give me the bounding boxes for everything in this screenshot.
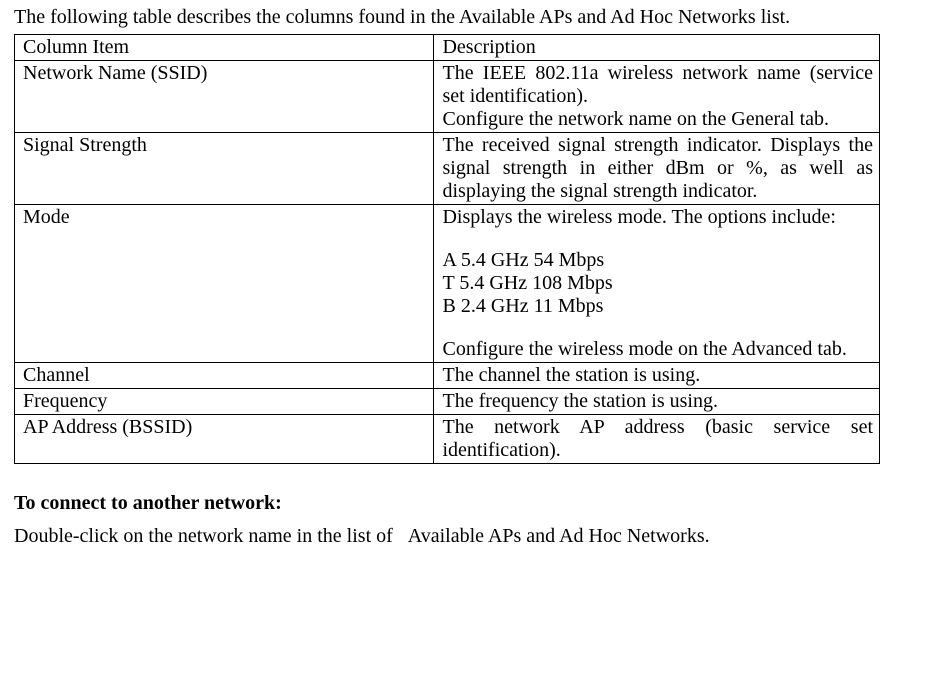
header-description: Description: [434, 35, 880, 61]
table-row: Mode Displays the wireless mode. The opt…: [15, 205, 880, 363]
header-column-item: Column Item: [15, 35, 434, 61]
cell-desc-signal: The received signal strength indicator. …: [434, 133, 880, 205]
cell-desc-ssid: The IEEE 802.11a wireless network name (…: [434, 61, 880, 133]
spacer: [442, 229, 873, 249]
mode-desc-p2: Configure the wireless mode on the Advan…: [442, 338, 873, 361]
ssid-desc-p1: The IEEE 802.11a wireless network name (…: [442, 62, 873, 108]
table-row: Frequency The frequency the station is u…: [15, 389, 880, 415]
mode-opt-t: T 5.4 GHz 108 Mbps: [442, 272, 873, 295]
table-row: Signal Strength The received signal stre…: [15, 133, 880, 205]
cell-item-signal: Signal Strength: [15, 133, 434, 205]
mode-opt-b: B 2.4 GHz 11 Mbps: [442, 295, 873, 318]
table-row: Channel The channel the station is using…: [15, 363, 880, 389]
table-row: AP Address (BSSID) The network AP addres…: [15, 415, 880, 464]
cell-desc-channel: The channel the station is using.: [434, 363, 880, 389]
ssid-desc-p2: Configure the network name on the Genera…: [442, 108, 873, 131]
cell-desc-mode: Displays the wireless mode. The options …: [434, 205, 880, 363]
table-header-row: Column Item Description: [15, 35, 880, 61]
columns-table: Column Item Description Network Name (SS…: [14, 34, 880, 464]
cell-item-channel: Channel: [15, 363, 434, 389]
cell-item-mode: Mode: [15, 205, 434, 363]
intro-text: The following table describes the column…: [14, 6, 923, 29]
cell-item-frequency: Frequency: [15, 389, 434, 415]
connect-paragraph: Double-click on the network name in the …: [14, 525, 923, 548]
cell-desc-ap: The network AP address (basic service se…: [434, 415, 880, 464]
mode-opt-a: A 5.4 GHz 54 Mbps: [442, 249, 873, 272]
cell-item-ap: AP Address (BSSID): [15, 415, 434, 464]
cell-desc-frequency: The frequency the station is using.: [434, 389, 880, 415]
mode-desc-p1: Displays the wireless mode. The options …: [442, 206, 873, 229]
cell-item-ssid: Network Name (SSID): [15, 61, 434, 133]
spacer: [442, 318, 873, 338]
table-row: Network Name (SSID) The IEEE 802.11a wir…: [15, 61, 880, 133]
connect-heading: To connect to another network:: [14, 492, 923, 515]
